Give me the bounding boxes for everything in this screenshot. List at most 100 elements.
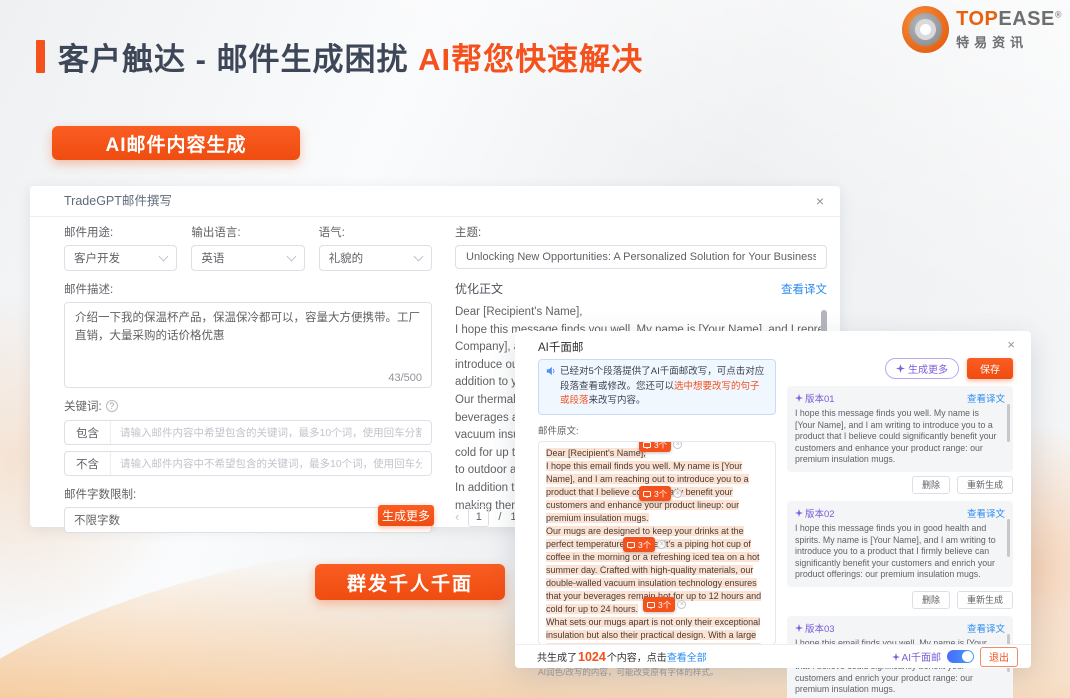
exclude-label: 不含: [65, 452, 111, 475]
scrollbar[interactable]: [1007, 519, 1010, 557]
rewrite-count-badge[interactable]: 3个: [623, 537, 655, 552]
scrollbar[interactable]: [1007, 404, 1010, 442]
chat-icon: [627, 542, 635, 548]
section-badge-ai-email: AI邮件内容生成: [52, 126, 300, 160]
logo-text: TOPEASE® 特易资讯: [956, 8, 1062, 51]
char-counter: 43/500: [388, 372, 422, 384]
chevron-down-icon: [159, 251, 169, 261]
ai-generate-more-button[interactable]: 生成更多: [885, 358, 959, 379]
tone-select[interactable]: 礼貌的: [319, 245, 432, 271]
version-card: 版本02 查看译文 I hope this message finds you …: [787, 501, 1013, 587]
tone-label: 语气:: [319, 224, 432, 240]
version-view-translation-link[interactable]: 查看译文: [967, 506, 1005, 520]
chat-icon: [647, 602, 655, 608]
ai-panel-close-icon[interactable]: ×: [1007, 337, 1015, 352]
pagination: ‹ 1 / 1: [455, 506, 517, 527]
page-separator: /: [498, 511, 501, 523]
subject-label: 主题:: [455, 224, 827, 240]
exit-button[interactable]: 退出: [980, 647, 1018, 667]
generated-count-text: 共生成了1024个内容，点击查看全部: [537, 649, 707, 664]
title-accent-bar: [36, 40, 45, 73]
language-label: 输出语言:: [191, 224, 304, 240]
tone-field: 语气: 礼貌的: [319, 224, 432, 271]
sparkle-icon: [892, 653, 900, 661]
sparkle-icon: [795, 509, 803, 517]
chat-icon: [643, 442, 651, 448]
version-card: 版本01 查看译文 I hope this message finds you …: [787, 386, 1013, 472]
registered-mark: ®: [1055, 9, 1062, 19]
version-label: 版本02: [795, 506, 835, 520]
keywords-header: 关键词: ?: [64, 398, 432, 414]
ai-toggle-label: AI千面邮: [892, 649, 941, 664]
keywords-label: 关键词:: [64, 398, 102, 414]
logo-brand-cn: 特易资讯: [956, 32, 1062, 51]
delete-button[interactable]: 删除: [912, 476, 950, 494]
purpose-field: 邮件用途: 客户开发: [64, 224, 177, 271]
info-banner: 已经对5个段落提供了AI千面邮改写，可点击对应段落查看或修改。您还可以选中想要改…: [538, 359, 776, 415]
purpose-select[interactable]: 客户开发: [64, 245, 177, 271]
prev-page-icon[interactable]: ‹: [455, 509, 459, 524]
include-keywords-row: 包含: [64, 420, 432, 445]
badge-close-icon[interactable]: ×: [657, 540, 666, 549]
exclude-keywords-row: 不含: [64, 451, 432, 476]
word-limit-label: 邮件字数限制:: [64, 486, 432, 502]
toggle-knob: [962, 651, 973, 662]
composer-header: TradeGPT邮件撰写 ×: [30, 186, 840, 217]
ai-rewrite-toggle[interactable]: [947, 650, 974, 663]
body-line: Dear [Recipient's Name],: [455, 304, 827, 322]
ai-panel-title: AI千面邮: [538, 339, 583, 355]
include-label: 包含: [65, 421, 111, 444]
badge-close-icon[interactable]: ×: [673, 441, 682, 449]
page-number[interactable]: 1: [468, 506, 489, 527]
help-icon[interactable]: ?: [106, 400, 118, 412]
delete-button[interactable]: 删除: [912, 591, 950, 609]
chevron-down-icon: [286, 251, 296, 261]
generate-more-button[interactable]: 生成更多: [378, 505, 434, 526]
title-accent: AI帮您快速解决: [418, 42, 643, 77]
version-label: 版本03: [795, 621, 835, 635]
original-paragraph[interactable]: What sets our mugs apart is not only the…: [546, 616, 768, 645]
title-prefix: 客户触达 - 邮件生成困扰: [58, 42, 418, 77]
page-header: 客户触达 - 邮件生成困扰 AI帮您快速解决: [36, 34, 643, 79]
sparkle-icon: [896, 364, 905, 373]
language-field: 输出语言: 英语: [191, 224, 304, 271]
view-translation-link[interactable]: 查看译文: [781, 281, 827, 297]
original-email-label: 邮件原文:: [538, 423, 776, 437]
rewrite-count-badge[interactable]: 3个: [639, 441, 671, 452]
description-textarea[interactable]: 介绍一下我的保温杯产品，保温保冷都可以，容量大方便携带。工厂直销，大量采购的话价…: [65, 303, 431, 387]
ai-rewriter-panel: AI千面邮 × 已经对5个段落提供了AI千面邮改写，可点击对应段落查看或修改。您…: [515, 331, 1031, 668]
brand-logo: TOPEASE® 特易资讯: [902, 6, 1062, 53]
version-view-translation-link[interactable]: 查看译文: [967, 621, 1005, 635]
ai-panel-footer: 共生成了1024个内容，点击查看全部 AI千面邮 退出: [515, 644, 1031, 668]
sparkle-icon: [795, 394, 803, 402]
badge-close-icon[interactable]: ×: [677, 600, 686, 609]
version-view-translation-link[interactable]: 查看译文: [967, 391, 1005, 405]
save-button[interactable]: 保存: [967, 358, 1013, 379]
rewrite-count-badge[interactable]: 3个: [643, 597, 675, 612]
chat-icon: [643, 491, 651, 497]
rewrite-count-badge[interactable]: 3个: [639, 486, 671, 501]
view-all-link[interactable]: 查看全部: [667, 653, 707, 664]
speaker-icon: [546, 366, 556, 376]
version-text: I hope this message finds you well. My n…: [795, 408, 1005, 466]
generated-count: 1024: [578, 650, 606, 664]
slide: 客户触达 - 邮件生成困扰 AI帮您快速解决 TOPEASE® 特易资讯 AI邮…: [0, 0, 1070, 698]
badge-close-icon[interactable]: ×: [673, 489, 682, 498]
subject-input[interactable]: [455, 245, 827, 269]
logo-brand-name: TOPEASE®: [956, 8, 1062, 31]
original-email-box[interactable]: Dear [Recipient's Name], I hope this ema…: [538, 441, 776, 645]
page-title: 客户触达 - 邮件生成困扰 AI帮您快速解决: [58, 34, 643, 79]
regenerate-button[interactable]: 重新生成: [957, 591, 1013, 609]
banner-text: 已经对5个段落提供了AI千面邮改写，可点击对应段落查看或修改。您还可以选中想要改…: [560, 365, 768, 409]
regenerate-button[interactable]: 重新生成: [957, 476, 1013, 494]
version-text: I hope this message finds you in good he…: [795, 523, 1005, 581]
include-keywords-input[interactable]: [111, 421, 431, 444]
optimized-body-label: 优化正文: [455, 280, 503, 297]
logo-circle-icon: [902, 6, 949, 53]
word-limit-select[interactable]: 不限字数: [64, 507, 432, 533]
language-select[interactable]: 英语: [191, 245, 304, 271]
purpose-label: 邮件用途:: [64, 224, 177, 240]
ai-original-column: 已经对5个段落提供了AI千面邮改写，可点击对应段落查看或修改。您还可以选中想要改…: [538, 359, 776, 679]
exclude-keywords-input[interactable]: [111, 452, 431, 475]
composer-close-icon[interactable]: ×: [816, 186, 824, 217]
